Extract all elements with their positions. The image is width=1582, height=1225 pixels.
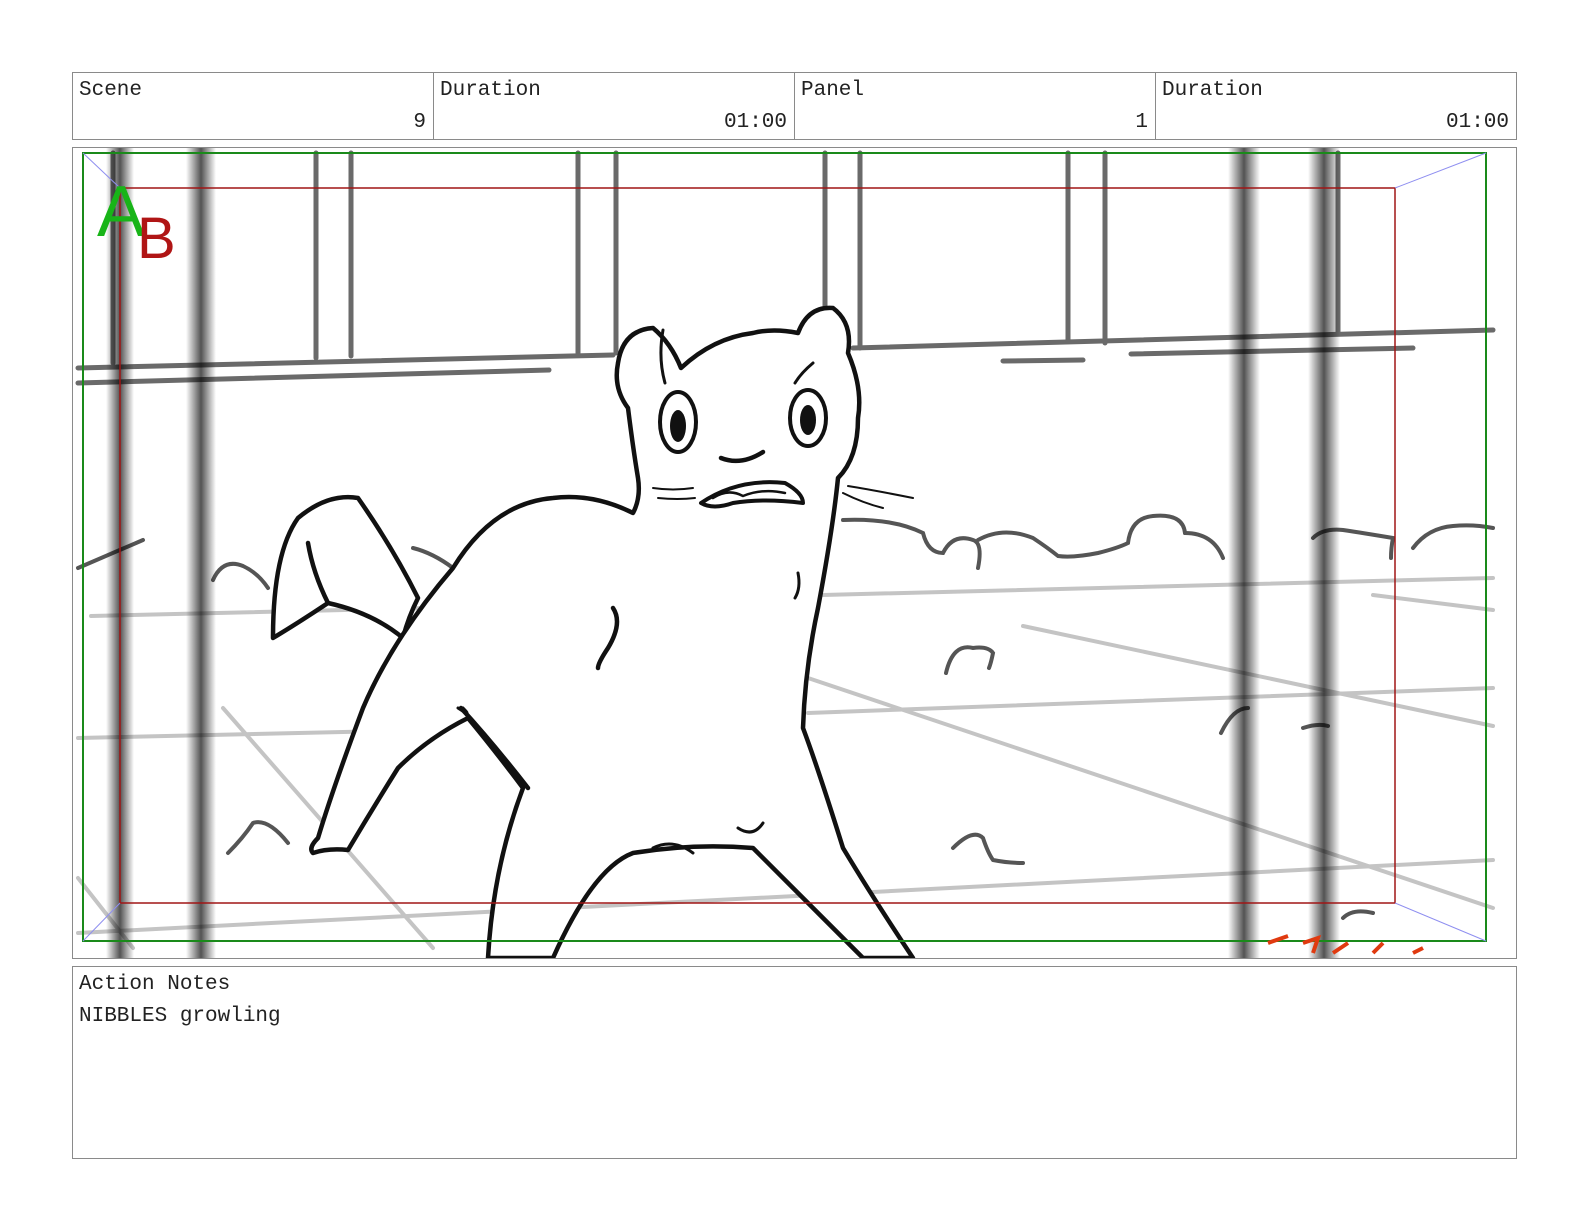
panel-duration-cell: Duration 01:00 <box>1156 73 1516 139</box>
title-safe-mark: B <box>137 206 176 271</box>
panel-sketch <box>75 148 1496 958</box>
action-notes-box[interactable]: Action Notes NIBBLES growling <box>72 966 1517 1159</box>
scene-cell: Scene 9 <box>73 73 434 139</box>
scene-number[interactable]: 9 <box>413 111 426 134</box>
scene-duration-cell: Duration 01:00 <box>434 73 795 139</box>
action-notes-text[interactable]: NIBBLES growling <box>79 1005 281 1028</box>
scene-duration-value[interactable]: 01:00 <box>724 111 787 134</box>
cutoff-annotation <box>1267 934 1424 955</box>
storyboard-panel[interactable]: A B <box>72 147 1517 959</box>
panel-number[interactable]: 1 <box>1135 111 1148 134</box>
panel-duration-label: Duration <box>1162 79 1263 102</box>
panel-duration-value[interactable]: 01:00 <box>1446 111 1509 134</box>
scene-duration-label: Duration <box>440 79 541 102</box>
storyboard-header: Scene 9 Duration 01:00 Panel 1 Duration … <box>72 72 1517 140</box>
action-notes-label: Action Notes <box>79 973 231 996</box>
character-nibbles <box>270 305 916 958</box>
panel-cell: Panel 1 <box>795 73 1156 139</box>
scene-label: Scene <box>79 79 143 102</box>
panel-label: Panel <box>801 79 865 102</box>
